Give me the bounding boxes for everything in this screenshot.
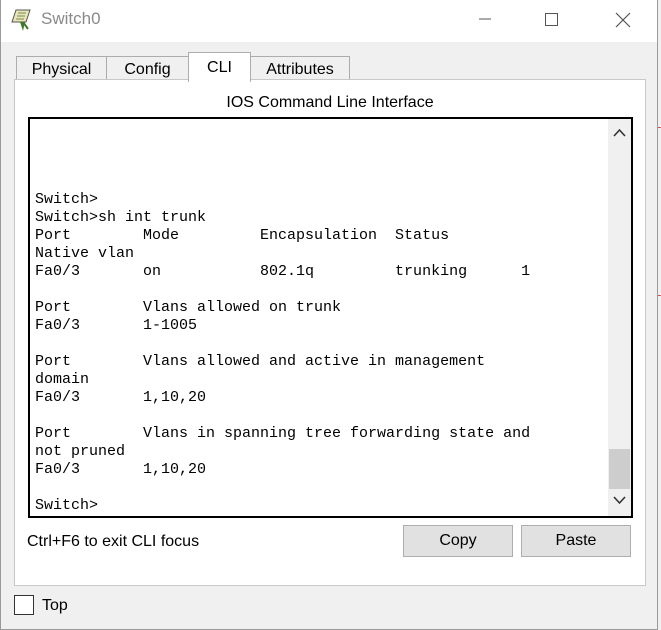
scroll-up-button[interactable] bbox=[608, 119, 631, 149]
minimize-button[interactable] bbox=[462, 0, 508, 40]
close-button[interactable] bbox=[599, 0, 645, 40]
terminal-line: Switch>sh int trunk bbox=[35, 209, 207, 226]
terminal-line: Fa0/3 1-1005 bbox=[35, 317, 198, 334]
cli-panel: IOS Command Line Interface Switch> Switch… bbox=[14, 79, 646, 586]
scroll-down-button[interactable] bbox=[608, 486, 631, 516]
tab-cli[interactable]: CLI bbox=[188, 52, 251, 82]
switch-window: Switch0 Physical Config CLI Attributes I… bbox=[0, 0, 658, 630]
chevron-up-icon bbox=[613, 128, 626, 137]
top-checkbox-label: Top bbox=[42, 597, 68, 614]
copy-button[interactable]: Copy bbox=[403, 525, 513, 557]
close-icon bbox=[615, 12, 631, 28]
terminal-line: Fa0/3 1,10,20 bbox=[35, 461, 207, 478]
terminal-line: Switch> bbox=[35, 191, 99, 208]
title-bar[interactable]: Switch0 bbox=[1, 0, 657, 42]
scroll-thumb[interactable] bbox=[609, 449, 630, 489]
chevron-down-icon bbox=[613, 496, 626, 505]
terminal-line: Fa0/3 1,10,20 bbox=[35, 389, 207, 406]
maximize-button[interactable] bbox=[528, 0, 574, 40]
exit-focus-hint: Ctrl+F6 to exit CLI focus bbox=[27, 533, 200, 550]
paste-button[interactable]: Paste bbox=[521, 525, 631, 557]
panel-heading: IOS Command Line Interface bbox=[226, 94, 434, 111]
terminal-line: Port Vlans in spanning tree forwarding s… bbox=[35, 425, 531, 442]
terminal-line: Switch> bbox=[35, 497, 99, 514]
terminal-line: domain bbox=[35, 371, 90, 388]
cli-terminal[interactable]: Switch> Switch>sh int trunk Port Mode Enca… bbox=[28, 117, 633, 518]
maximize-icon bbox=[545, 13, 558, 26]
terminal-line: Port Mode Encapsulation Status bbox=[35, 227, 450, 244]
terminal-line: Fa0/3 on 802.1q trunking 1 bbox=[35, 263, 531, 280]
top-checkbox[interactable] bbox=[14, 595, 34, 615]
window-title: Switch0 bbox=[41, 9, 101, 28]
terminal-line: not pruned bbox=[35, 443, 126, 460]
terminal-line: Port Vlans allowed and active in managem… bbox=[35, 353, 486, 370]
terminal-output: Switch> Switch>sh int trunk Port Mode Enca… bbox=[35, 191, 605, 515]
terminal-scrollbar[interactable] bbox=[608, 119, 631, 516]
minimize-icon bbox=[479, 18, 491, 20]
switch-app-icon bbox=[11, 8, 37, 32]
terminal-line: Port Vlans allowed on trunk bbox=[35, 299, 342, 316]
terminal-line: Native vlan bbox=[35, 245, 135, 262]
